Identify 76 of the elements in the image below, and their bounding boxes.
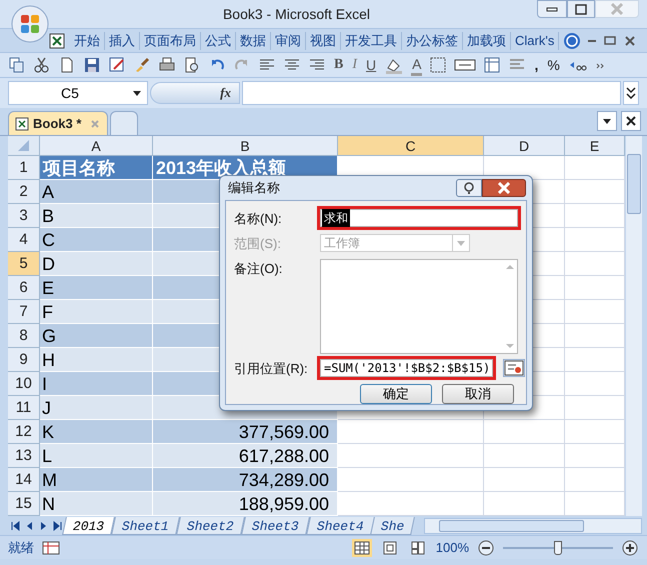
ribbon-tab[interactable]: Clark's	[511, 32, 560, 50]
ribbon-tab[interactable]: 开始	[70, 32, 105, 50]
status-text: 就绪	[8, 538, 34, 557]
field-label: 备注(O):	[234, 260, 284, 278]
ribbon-tab[interactable]: 开发工具	[341, 32, 402, 50]
table-cell: F	[40, 300, 153, 324]
row-header[interactable]: 13	[8, 444, 40, 468]
column-header[interactable]: B	[153, 136, 338, 156]
dialog-button[interactable]: 确定	[360, 384, 432, 404]
row-header[interactable]: 15	[8, 492, 40, 516]
name-field[interactable]: 求和	[320, 209, 518, 227]
table-cell: H	[40, 348, 153, 372]
format-button[interactable]: ,	[533, 56, 540, 74]
row-header[interactable]: 8	[8, 324, 40, 348]
table-cell: I	[40, 372, 153, 396]
field-label: 名称(N):	[234, 210, 283, 228]
row-header[interactable]: 2	[8, 180, 40, 204]
cell-reference: C5	[60, 84, 80, 103]
sheet-tab[interactable]: Sheet1	[111, 516, 180, 534]
window-title: Book3 - Microsoft Excel	[222, 4, 370, 24]
row-header[interactable]: 14	[8, 468, 40, 492]
sheet-tab[interactable]: Sheet2	[176, 516, 245, 534]
ribbon-tab[interactable]: 办公标签	[402, 32, 463, 50]
name-box[interactable]: C5	[8, 81, 148, 105]
sheet-tab[interactable]: Sheet4	[306, 516, 374, 534]
column-header[interactable]: A	[40, 136, 153, 156]
table-cell: B	[40, 204, 153, 228]
row-header[interactable]: 10	[8, 372, 40, 396]
table-cell: L	[40, 444, 153, 468]
column-header[interactable]: E	[565, 136, 625, 156]
ribbon-tab[interactable]: 审阅	[271, 32, 306, 50]
ribbon-tab[interactable]: 公式	[201, 32, 236, 50]
format-button[interactable]: U	[365, 56, 378, 74]
sheet-tab[interactable]: Sheet3	[240, 516, 310, 534]
row-header[interactable]: 5	[8, 252, 40, 276]
ribbon-tab[interactable]: 加载项	[463, 32, 511, 50]
row-header[interactable]: 9	[8, 348, 40, 372]
dialog-button[interactable]: 取消	[442, 384, 514, 404]
format-button[interactable]: %	[546, 56, 561, 74]
table-cell: 377,569.00	[153, 420, 338, 444]
table-cell: A	[40, 180, 153, 204]
ribbon-tab[interactable]: 数据	[236, 32, 271, 50]
row-header[interactable]: 4	[8, 228, 40, 252]
table-cell: N	[40, 492, 153, 516]
table-cell: E	[40, 276, 153, 300]
sheet-tab[interactable]: 2013	[62, 516, 116, 534]
row-header[interactable]: 3	[8, 204, 40, 228]
dialog-title: 编辑名称	[228, 179, 281, 198]
sheet-tab[interactable]: She	[370, 516, 416, 534]
ribbon-tab[interactable]: 插入	[105, 32, 140, 50]
table-cell: 734,289.00	[153, 468, 338, 492]
table-cell: 项目名称	[40, 156, 153, 180]
table-cell: K	[40, 420, 153, 444]
field-label: 范围(S):	[234, 235, 282, 253]
table-cell: D	[40, 252, 153, 276]
column-header[interactable]: D	[484, 136, 565, 156]
field-label: 引用位置(R):	[234, 360, 309, 378]
insert-function-button[interactable]: fx	[220, 83, 231, 103]
reference-field[interactable]: =SUM('2013'!$B$2:$B$15)	[320, 359, 494, 377]
table-cell: C	[40, 228, 153, 252]
format-button[interactable]: B	[333, 56, 344, 74]
zoom-level[interactable]: 100%	[436, 538, 469, 558]
workbook-tab[interactable]: Book3 *	[8, 111, 108, 135]
table-cell: G	[40, 324, 153, 348]
row-header[interactable]: 6	[8, 276, 40, 300]
row-header[interactable]: 11	[8, 396, 40, 420]
table-cell: 617,288.00	[153, 444, 338, 468]
table-cell: M	[40, 468, 153, 492]
row-header[interactable]: 7	[8, 300, 40, 324]
ribbon-tab[interactable]: 视图	[306, 32, 341, 50]
column-header[interactable]: C	[338, 136, 484, 156]
table-cell: 188,959.00	[153, 492, 338, 516]
ribbon-tab[interactable]: 页面布局	[140, 32, 201, 50]
table-cell: J	[40, 396, 153, 420]
row-header[interactable]: 12	[8, 420, 40, 444]
row-header[interactable]: 1	[8, 156, 40, 180]
